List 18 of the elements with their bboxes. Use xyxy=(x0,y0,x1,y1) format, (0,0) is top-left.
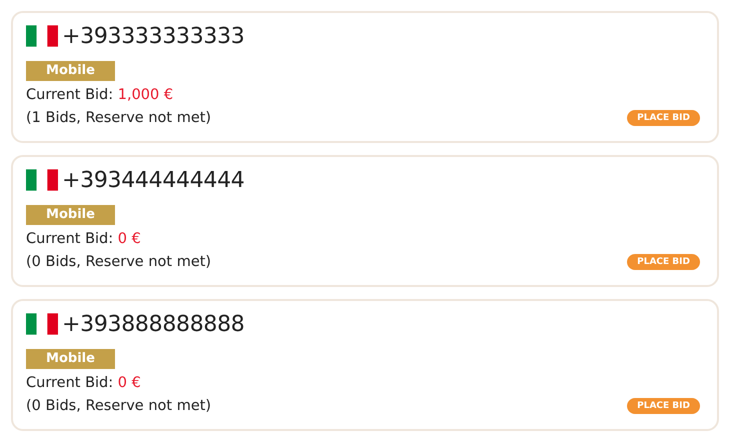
place-bid-button[interactable]: PLACE BID xyxy=(627,254,700,270)
bid-summary: (1 Bids, Reserve not met) xyxy=(26,110,212,126)
phone-number: +393333333333 xyxy=(62,24,244,48)
current-bid: Current Bid: 0 € xyxy=(26,374,142,393)
place-bid-button[interactable]: PLACE BID xyxy=(627,398,700,414)
bid-summary: (0 Bids, Reserve not met) xyxy=(26,254,212,270)
place-bid-button[interactable]: PLACE BID xyxy=(627,110,700,126)
italy-flag-icon xyxy=(26,24,58,48)
current-bid: Current Bid: 1,000 € xyxy=(26,86,174,105)
phone-number: +393888888888 xyxy=(62,312,244,336)
phone-number: +393444444444 xyxy=(62,168,244,192)
bid-summary: (0 Bids, Reserve not met) xyxy=(26,398,212,414)
type-badge: Mobile xyxy=(26,349,115,369)
type-badge: Mobile xyxy=(26,61,115,81)
current-bid: Current Bid: 0 € xyxy=(26,230,142,249)
italy-flag-icon xyxy=(26,168,58,192)
type-badge: Mobile xyxy=(26,205,115,225)
italy-flag-icon xyxy=(26,312,58,336)
